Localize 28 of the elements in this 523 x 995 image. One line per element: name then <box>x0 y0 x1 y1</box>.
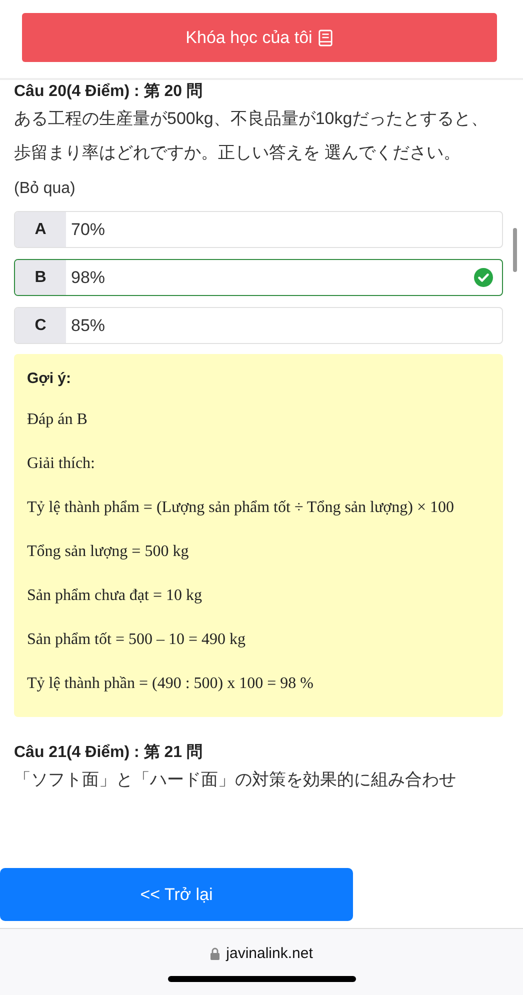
url-text[interactable]: javinalink.net <box>226 945 313 962</box>
hint-text: Tỷ lệ thành phẩm = (Lượng sản phẩm tốt ÷ Tổng sản lượng) × 100 <box>27 498 455 518</box>
hint-title: Gợi ý: <box>27 370 72 387</box>
book-icon <box>318 28 334 46</box>
answer-option[interactable]: B 98% <box>14 259 503 296</box>
question-text: ある工程の生産量が500kg、不良品量が10kgだったとすると、歩留まり率はどれですか。正しい答えを 選んでください。 <box>14 108 490 164</box>
answer-option[interactable]: C 85% <box>14 307 503 344</box>
back-button[interactable]: << Trở lại <box>0 868 353 921</box>
question-text: 「ソフト面」と「ハード面」の対策を効果的に組み合わせ <box>14 769 457 791</box>
answer-option[interactable]: A 70% <box>14 211 503 248</box>
option-letter: C <box>15 308 66 343</box>
hint-text: Sản phẩm tốt = 500 – 10 = 490 kg <box>27 630 246 650</box>
check-circle-icon <box>474 268 493 287</box>
option-letter: A <box>15 212 66 247</box>
option-text: 85% <box>70 316 106 336</box>
scrollbar[interactable] <box>513 228 517 272</box>
question-title: Câu 21(4 Điểm) : 第 21 問 <box>14 743 204 763</box>
hint-text: Đáp án B <box>27 410 88 430</box>
hint-text: Tỷ lệ thành phần = (490 : 500) x 100 = 98 % <box>27 674 314 694</box>
hint-text: Giải thích: <box>27 454 96 474</box>
lock-icon <box>210 947 220 960</box>
skip-link[interactable]: (Bỏ qua) <box>14 178 503 200</box>
hint-text: Sản phẩm chưa đạt = 10 kg <box>27 586 203 606</box>
option-letter: B <box>15 260 66 295</box>
question-title: Câu 20(4 Điểm) : 第 20 問 <box>14 82 204 102</box>
option-text: 70% <box>70 220 106 240</box>
hint-text: Tổng sản lượng = 500 kg <box>27 542 190 562</box>
option-text: 98% <box>70 268 106 288</box>
